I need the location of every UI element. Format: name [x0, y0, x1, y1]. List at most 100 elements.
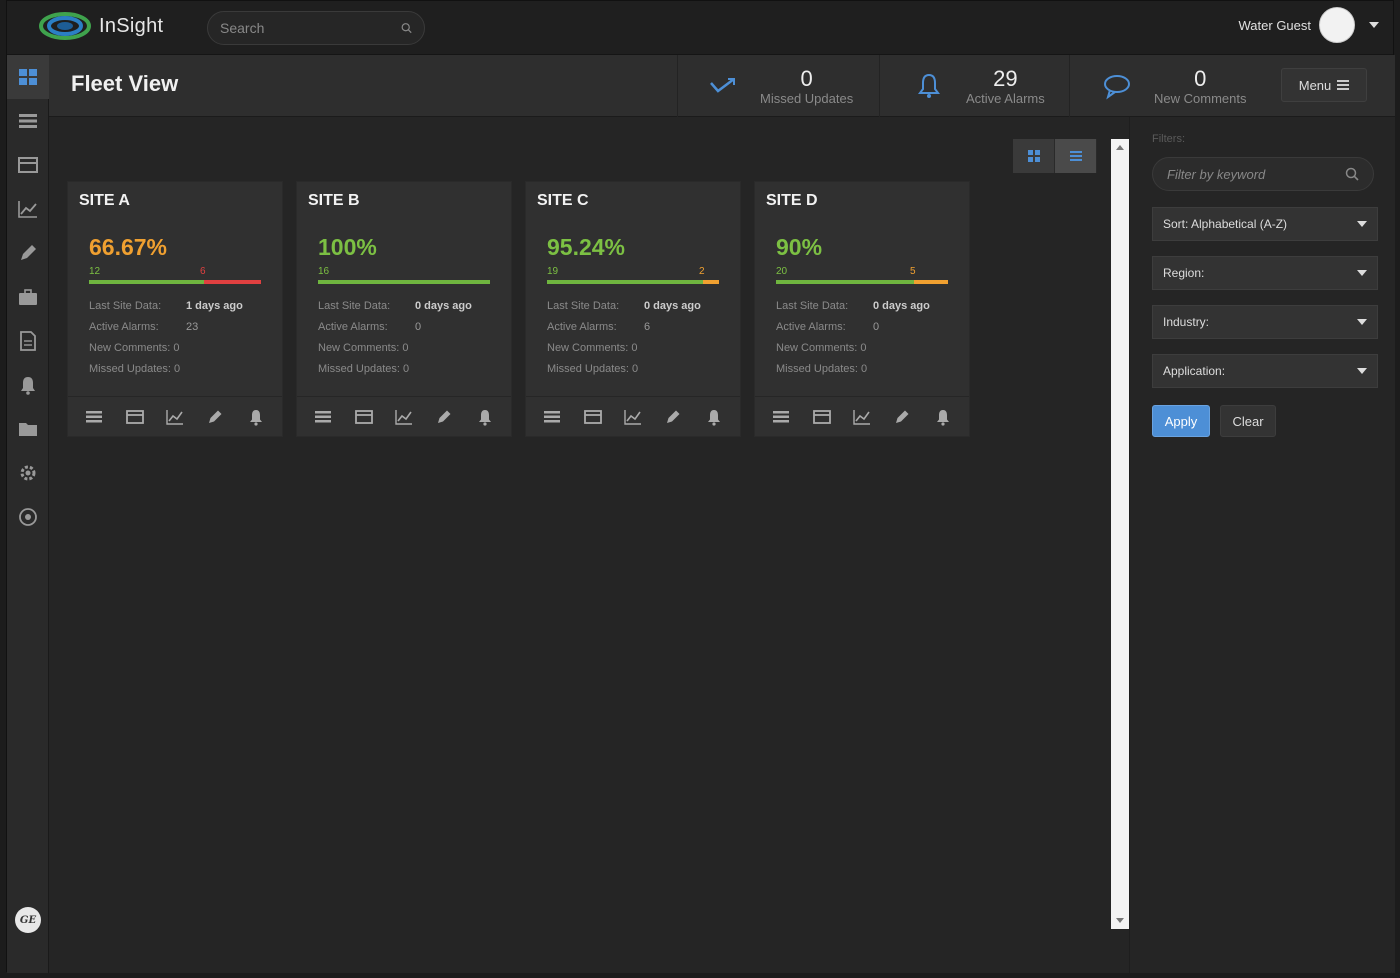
site-action-chart[interactable]: [623, 407, 643, 427]
new-comments-text: New Comments: 0: [547, 342, 638, 354]
site-action-pencil[interactable]: [434, 407, 454, 427]
bell-icon: [249, 409, 262, 426]
chevron-down-icon: [1357, 319, 1367, 325]
search-icon[interactable]: [401, 21, 412, 35]
chevron-down-icon[interactable]: [1369, 22, 1379, 28]
site-action-list[interactable]: [84, 407, 104, 427]
active-alarms-value: 0: [873, 321, 880, 333]
app-logo[interactable]: InSight: [39, 11, 163, 41]
missed-updates-text: Missed Updates: 0: [776, 363, 868, 375]
site-title[interactable]: SITE D: [766, 192, 818, 210]
site-title[interactable]: SITE C: [537, 192, 589, 210]
site-card[interactable]: SITE A 66.67% 12 6 Last Site Data: 1 days…: [67, 181, 283, 437]
site-card[interactable]: SITE B 100% 16 Last Site Data: 0 days ago…: [296, 181, 512, 437]
chart-icon: [624, 409, 641, 425]
stat-missed-updates[interactable]: 0 Missed Updates: [677, 55, 879, 117]
missed-updates-label: Missed Updates: [760, 90, 854, 106]
site-action-chart[interactable]: [165, 407, 185, 427]
sidebar-item-settings[interactable]: [7, 451, 49, 495]
pencil-icon: [209, 410, 222, 423]
pencil-icon: [438, 410, 451, 423]
stat-new-comments[interactable]: 0 New Comments: [1069, 55, 1271, 117]
search-icon[interactable]: [1345, 167, 1359, 181]
sidebar-item-alarms[interactable]: [7, 363, 49, 407]
site-action-bell[interactable]: [246, 407, 266, 427]
menu-button[interactable]: Menu: [1281, 68, 1367, 102]
sidebar-item-dashboard[interactable]: [7, 55, 49, 99]
avatar[interactable]: [1319, 7, 1355, 43]
sidebar-item-assets[interactable]: [7, 275, 49, 319]
site-card[interactable]: SITE C 95.24% 19 2 Last Site Data: 0 days…: [525, 181, 741, 437]
site-action-table[interactable]: [812, 407, 832, 427]
search-input[interactable]: [220, 20, 401, 36]
list-icon: [773, 410, 790, 422]
site-title[interactable]: SITE B: [308, 192, 360, 210]
active-alarms-value: 0: [415, 321, 422, 333]
sidebar-item-files[interactable]: [7, 407, 49, 451]
last-site-data-value: 0 days ago: [644, 300, 701, 312]
site-action-bell[interactable]: [933, 407, 953, 427]
document-icon: [20, 331, 36, 351]
region-label: Region:: [1163, 266, 1205, 280]
sidebar-item-edit[interactable]: [7, 231, 49, 275]
scrollbar[interactable]: [1111, 139, 1129, 929]
application-select[interactable]: Application:: [1152, 354, 1378, 388]
apply-button[interactable]: Apply: [1152, 405, 1210, 437]
active-alarms-label: Active Alarms: [966, 90, 1045, 106]
filters-panel: Filters: Sort: Alphabetical (A-Z) Region…: [1129, 117, 1395, 973]
good-count: 12: [89, 266, 101, 277]
bad-count: 5: [910, 266, 916, 277]
last-site-data-value: 0 days ago: [415, 300, 472, 312]
site-uptime-percent: 66.67%: [89, 234, 168, 260]
scroll-up-icon[interactable]: [1116, 145, 1124, 150]
site-action-pencil[interactable]: [892, 407, 912, 427]
site-action-list[interactable]: [542, 407, 562, 427]
grid-view-button[interactable]: [1013, 139, 1055, 173]
sidebar-item-reports[interactable]: [7, 319, 49, 363]
pencil-icon: [667, 410, 680, 423]
stat-active-alarms[interactable]: 29 Active Alarms: [879, 55, 1069, 117]
global-search[interactable]: [207, 11, 425, 45]
site-action-chart[interactable]: [852, 407, 872, 427]
sidebar-item-support[interactable]: [7, 495, 49, 539]
site-action-list[interactable]: [313, 407, 333, 427]
chart-icon: [18, 201, 37, 218]
grid-icon: [1027, 150, 1040, 162]
good-count: 19: [547, 266, 559, 277]
site-action-pencil[interactable]: [663, 407, 683, 427]
page-title: Fleet View: [71, 71, 179, 96]
site-action-chart[interactable]: [394, 407, 414, 427]
filter-search[interactable]: [1152, 157, 1374, 191]
sidebar-item-table[interactable]: [7, 143, 49, 187]
sidebar-item-list[interactable]: [7, 99, 49, 143]
list-view-button[interactable]: [1055, 139, 1097, 173]
app-name: InSight: [99, 14, 164, 37]
site-action-list[interactable]: [771, 407, 791, 427]
site-action-table[interactable]: [354, 407, 374, 427]
industry-select[interactable]: Industry:: [1152, 305, 1378, 339]
site-action-table[interactable]: [125, 407, 145, 427]
user-menu[interactable]: Water Guest: [1239, 7, 1379, 43]
site-action-table[interactable]: [583, 407, 603, 427]
last-site-data-label: Last Site Data:: [89, 300, 162, 312]
sort-select[interactable]: Sort: Alphabetical (A-Z): [1152, 207, 1378, 241]
last-site-data-label: Last Site Data:: [547, 300, 620, 312]
site-card[interactable]: SITE D 90% 20 5 Last Site Data: 0 days ag…: [754, 181, 970, 437]
site-action-pencil[interactable]: [205, 407, 225, 427]
good-count: 16: [318, 266, 330, 277]
sidebar-item-trends[interactable]: [7, 187, 49, 231]
scroll-down-icon[interactable]: [1116, 918, 1124, 923]
site-action-bell[interactable]: [475, 407, 495, 427]
comment-icon: [1104, 75, 1130, 100]
region-select[interactable]: Region:: [1152, 256, 1378, 290]
clear-button[interactable]: Clear: [1220, 405, 1276, 437]
insight-logo-icon: [39, 12, 91, 40]
pencil-icon: [21, 245, 36, 260]
filter-keyword-input[interactable]: [1167, 166, 1345, 182]
site-title[interactable]: SITE A: [79, 192, 130, 210]
status-bar: 20 5: [776, 266, 948, 286]
site-cards: SITE A 66.67% 12 6 Last Site Data: 1 days…: [67, 181, 970, 437]
status-bar: 16: [318, 266, 490, 286]
active-alarms-value: 6: [644, 321, 651, 333]
site-action-bell[interactable]: [704, 407, 724, 427]
